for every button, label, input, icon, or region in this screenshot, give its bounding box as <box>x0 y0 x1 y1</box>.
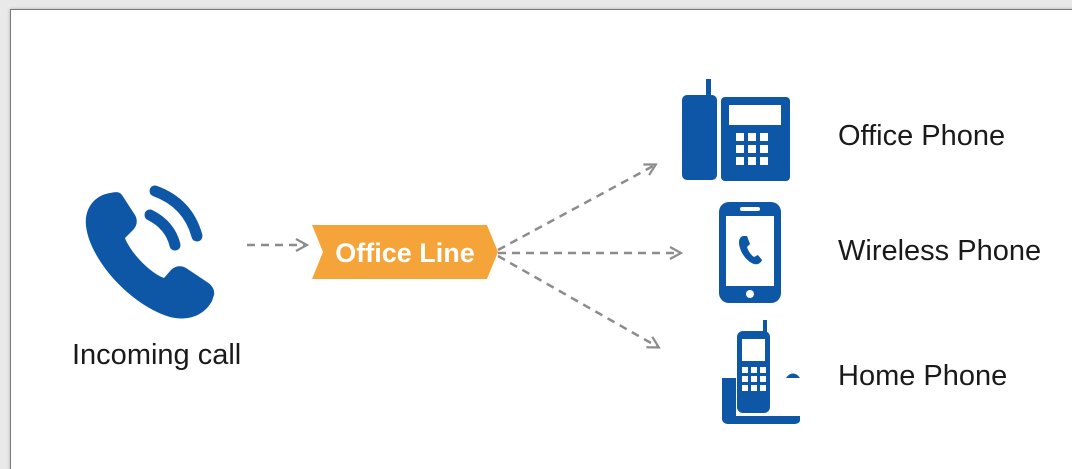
desk-phone-icon <box>682 79 790 181</box>
arrow-hub-to-home-phone <box>497 254 658 347</box>
home-phone-label: Home Phone <box>838 360 1008 392</box>
diagram-canvas: Office Line Incoming call Office Phone W… <box>0 0 1072 469</box>
phone-ringing-icon <box>85 185 215 319</box>
wireless-phone-label: Wireless Phone <box>838 235 1042 267</box>
office-line-label: Office Line <box>335 238 475 268</box>
arrow-hub-to-office-phone <box>497 165 655 252</box>
cordless-phone-icon <box>722 320 800 424</box>
incoming-call-label: Incoming call <box>72 339 242 371</box>
office-phone-label: Office Phone <box>838 120 1006 152</box>
mobile-phone-icon <box>719 202 781 303</box>
